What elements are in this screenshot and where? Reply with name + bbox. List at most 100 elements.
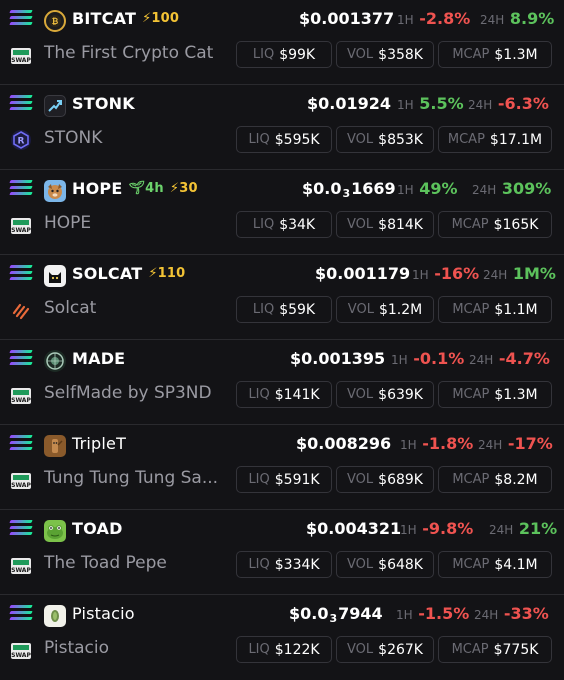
token-ticker[interactable]: Pistacio <box>72 604 135 623</box>
change-1h-value: 5.5% <box>419 94 464 113</box>
solana-icon <box>9 265 33 282</box>
change-1h-value: -16% <box>434 264 480 283</box>
solana-icon <box>9 95 33 112</box>
token-ticker[interactable]: TripleT <box>72 434 126 453</box>
change-24h-value: -17% <box>507 434 553 453</box>
token-price: $0.008296 <box>296 434 392 453</box>
vol-value: $1.2M <box>378 301 423 318</box>
pumpfun-icon <box>10 299 32 321</box>
volume-pill: VOL $639K <box>336 381 434 408</box>
token-price: $0.01924 <box>307 94 392 113</box>
token-price: $0.001179 <box>315 264 411 283</box>
change-24h: 24H 8.9% <box>480 9 554 28</box>
market-cap-pill: MCAP $165K <box>438 211 552 238</box>
change-24h-value: 309% <box>501 179 552 198</box>
mcap-value: $1.3M <box>494 386 538 403</box>
token-ticker[interactable]: MADE <box>72 349 125 368</box>
price-digits: 7944 <box>338 604 383 623</box>
token-ticker[interactable]: SOLCAT ⚡110 <box>72 264 185 283</box>
vol-value: $639K <box>378 386 423 403</box>
solana-icon <box>9 605 33 622</box>
liquidity-pill: LIQ $59K <box>236 296 332 323</box>
token-ticker[interactable]: BITCAT ⚡100 <box>72 9 179 28</box>
mcap-value: $775K <box>493 641 539 658</box>
mcap-label: MCAP <box>452 557 490 572</box>
vol-label: VOL <box>347 557 374 572</box>
market-cap-pill: MCAP $775K <box>438 636 552 663</box>
change-24h: 24H -17% <box>478 434 553 453</box>
token-ticker[interactable]: HOPE 🌱︎4h ⚡30 <box>72 179 198 198</box>
change-1h-label: 1H <box>400 438 417 452</box>
liq-label: LIQ <box>248 642 270 657</box>
token-row[interactable]: HOPE 🌱︎4h ⚡30 $0.031669 1H 49% 24H 309% … <box>0 170 564 255</box>
change-1h-value: -9.8% <box>422 519 474 538</box>
token-name: SelfMade by SP3ND <box>44 383 212 403</box>
volume-pill: VOL $853K <box>336 126 434 153</box>
volume-pill: VOL $648K <box>336 551 434 578</box>
token-ticker[interactable]: TOAD <box>72 519 123 538</box>
price-zero-count: 3 <box>342 187 351 200</box>
token-name: HOPE <box>44 213 92 233</box>
token-row[interactable]: SOLCAT ⚡110 $0.001179 1H -16% 24H 1M% So… <box>0 255 564 340</box>
token-price: $0.004321 <box>306 519 402 538</box>
change-24h-value: 1M% <box>512 264 556 283</box>
mcap-label: MCAP <box>452 472 490 487</box>
vol-label: VOL <box>347 132 374 147</box>
change-24h: 24H 1M% <box>483 264 556 283</box>
cat-coin-icon: ₿ <box>44 10 66 32</box>
vol-value: $853K <box>378 131 423 148</box>
mcap-label: MCAP <box>451 642 489 657</box>
swap-icon: SWAP <box>10 384 32 406</box>
token-price: $0.037944 <box>289 604 383 625</box>
token-name: Pistacio <box>44 638 110 658</box>
change-1h-label: 1H <box>397 13 414 27</box>
liq-value: $141K <box>274 386 320 403</box>
liquidity-pill: LIQ $141K <box>236 381 332 408</box>
raydium-icon: R <box>10 129 32 151</box>
liq-label: LIQ <box>248 557 270 572</box>
price-prefix: $0.0 <box>302 179 342 198</box>
age-badge: 🌱︎4h <box>128 181 163 196</box>
mcap-value: $17.1M <box>489 131 543 148</box>
liq-value: $99K <box>279 46 316 63</box>
token-row[interactable]: Pistacio $0.037944 1H -1.5% 24H -33% SWA… <box>0 595 564 680</box>
vol-label: VOL <box>347 217 374 232</box>
liq-value: $59K <box>279 301 316 318</box>
volume-pill: VOL $267K <box>336 636 434 663</box>
market-cap-pill: MCAP $8.2M <box>438 466 552 493</box>
change-24h: 24H -4.7% <box>469 349 550 368</box>
svg-text:SWAP: SWAP <box>11 57 31 64</box>
vol-value: $358K <box>378 46 423 63</box>
change-1h: 1H -16% <box>412 264 479 283</box>
token-name: The Toad Pepe <box>44 553 167 573</box>
token-symbol: MADE <box>72 349 126 368</box>
change-24h: 24H -33% <box>474 604 549 623</box>
svg-text:SWAP: SWAP <box>11 397 31 404</box>
toad-icon <box>44 520 66 542</box>
token-row[interactable]: TripleT $0.008296 1H -1.8% 24H -17% SWAP… <box>0 425 564 510</box>
change-1h: 1H -0.1% <box>391 349 464 368</box>
boost-badge: ⚡110 <box>148 266 186 281</box>
mcap-label: MCAP <box>452 387 490 402</box>
volume-pill: VOL $814K <box>336 211 434 238</box>
market-cap-pill: MCAP $4.1M <box>438 551 552 578</box>
change-1h-value: -2.8% <box>419 9 471 28</box>
change-24h: 24H -6.3% <box>468 94 549 113</box>
mcap-value: $4.1M <box>494 556 538 573</box>
mcap-label: MCAP <box>447 132 485 147</box>
change-24h-label: 24H <box>472 183 497 197</box>
token-row[interactable]: TOAD $0.004321 1H -9.8% 24H 21% SWAP The… <box>0 510 564 595</box>
token-ticker[interactable]: STONK <box>72 94 135 113</box>
change-24h-label: 24H <box>489 523 514 537</box>
token-row[interactable]: ₿ BITCAT ⚡100 $0.001377 1H -2.8% 24H 8.9… <box>0 0 564 85</box>
liq-label: LIQ <box>252 47 275 62</box>
token-row[interactable]: STONK $0.01924 1H 5.5% 24H -6.3% R STONK… <box>0 85 564 170</box>
mcap-label: MCAP <box>451 217 489 232</box>
volume-pill: VOL $358K <box>336 41 434 68</box>
change-24h-value: 21% <box>518 519 558 538</box>
svg-text:R: R <box>18 137 25 147</box>
change-24h-label: 24H <box>469 353 494 367</box>
boost-badge: ⚡100 <box>142 11 180 26</box>
change-1h: 1H -2.8% <box>397 9 470 28</box>
token-row[interactable]: MADE $0.001395 1H -0.1% 24H -4.7% SWAP S… <box>0 340 564 425</box>
